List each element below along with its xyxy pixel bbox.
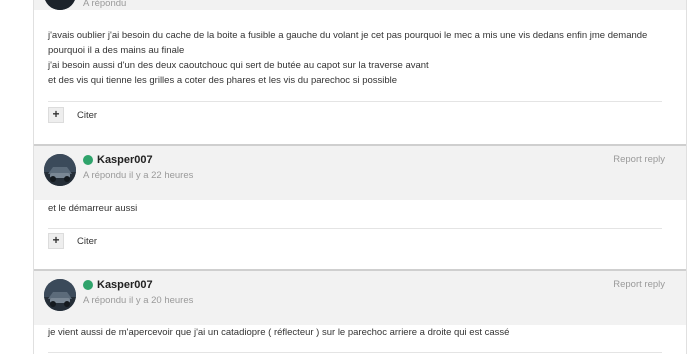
report-reply-link[interactable]: Report reply [613, 154, 665, 165]
post-time: A répondu [83, 0, 127, 9]
author-line: Kasper007 [83, 154, 153, 166]
post-time: A répondu il y a 22 heures [83, 170, 194, 181]
post-time: A répondu il y a 20 heures [83, 295, 194, 306]
author-name[interactable]: Kasper007 [97, 154, 153, 166]
post-1: A répondu j'avais oublier j'ai besoin du… [34, 0, 686, 144]
post-divider [48, 101, 662, 102]
post-body: et le démarreur aussi [48, 201, 137, 216]
post-divider [48, 352, 662, 353]
quote-label[interactable]: Citer [77, 236, 97, 247]
post-body-line: j'ai besoin aussi d'un des deux caoutcho… [48, 60, 429, 71]
author-line: Kasper007 [83, 279, 153, 291]
post-divider [48, 228, 662, 229]
plus-icon: + [52, 233, 60, 247]
post-3: Kasper007 A répondu il y a 20 heures Rep… [34, 269, 686, 354]
post-body-line: je vient aussi de m'apercevoir que j'ai … [48, 327, 510, 338]
post-1-header [34, 0, 686, 10]
post-header: Kasper007 A répondu il y a 20 heures Rep… [34, 269, 686, 325]
post-body-line: et le démarreur aussi [48, 203, 138, 214]
post-body: j'avais oublier j'ai besoin du cache de … [48, 28, 647, 88]
post-body-line: pourquoi il a des mains au finale [48, 45, 185, 56]
quote-button[interactable]: + [48, 233, 64, 249]
post-body-line: et des vis qui tienne les grilles a cote… [48, 75, 398, 86]
report-reply-link[interactable]: Report reply [613, 279, 665, 290]
quote-button[interactable]: + [48, 107, 64, 123]
post-header: Kasper007 A répondu il y a 22 heures Rep… [34, 144, 686, 200]
plus-icon: + [52, 107, 60, 121]
author-name[interactable]: Kasper007 [97, 279, 153, 291]
thread-right-border [686, 0, 687, 354]
avatar[interactable] [44, 279, 76, 311]
post-body: je vient aussi de m'apercevoir que j'ai … [48, 325, 509, 340]
online-status-icon [83, 155, 93, 165]
post-body-line: j'avais oublier j'ai besoin du cache de … [48, 30, 648, 41]
post-2: Kasper007 A répondu il y a 22 heures Rep… [34, 144, 686, 270]
quote-label[interactable]: Citer [77, 110, 97, 121]
avatar[interactable] [44, 154, 76, 186]
online-status-icon [83, 280, 93, 290]
